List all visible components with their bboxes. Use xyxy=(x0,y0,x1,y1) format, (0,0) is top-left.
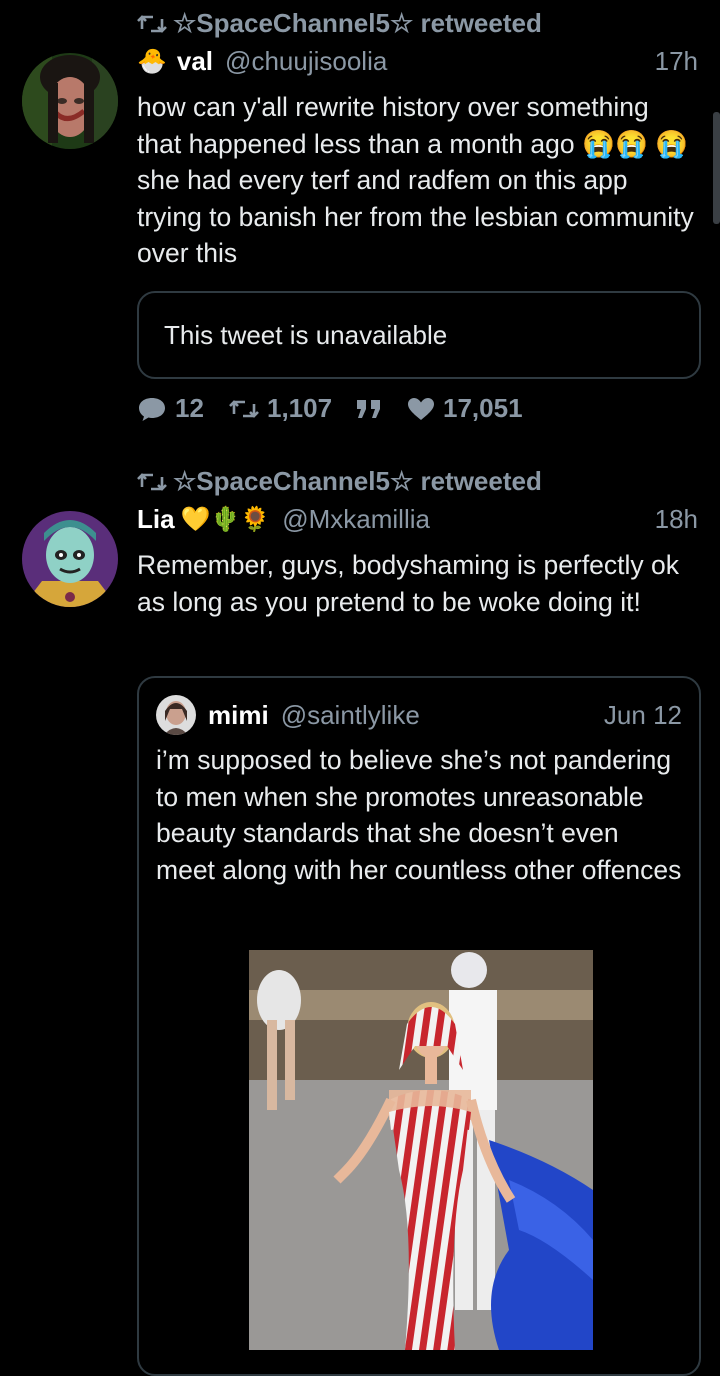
handle[interactable]: @Mxkamillia xyxy=(282,504,430,535)
timestamp[interactable]: 18h xyxy=(655,504,698,535)
retweet-indicator: ☆SpaceChannel5☆ retweeted xyxy=(137,466,542,497)
unavailable-text: This tweet is unavailable xyxy=(164,319,448,350)
heart-icon xyxy=(408,397,434,420)
quoted-avatar[interactable] xyxy=(156,695,196,735)
quoted-tweet-text: i’m supposed to believe she’s not pander… xyxy=(156,745,682,885)
quote-button[interactable] xyxy=(355,398,407,420)
retweet-icon xyxy=(137,14,167,33)
reply-icon xyxy=(139,397,165,421)
tweet-text: Remember, guys, bodyshaming is perfectly… xyxy=(137,550,680,617)
unavailable-tweet-card[interactable]: This tweet is unavailable xyxy=(137,291,701,379)
quoted-handle[interactable]: @saintlylike xyxy=(281,700,420,731)
avatar[interactable] xyxy=(22,511,118,607)
quoted-timestamp[interactable]: Jun 12 xyxy=(604,700,682,731)
display-name[interactable]: Lia xyxy=(137,504,175,535)
quote-icon xyxy=(357,399,380,418)
scrollbar[interactable] xyxy=(713,112,720,224)
retweet-icon xyxy=(229,399,259,418)
retweet-indicator: ☆SpaceChannel5☆ retweeted xyxy=(137,8,542,39)
handle[interactable]: @chuujisoolia xyxy=(225,46,387,77)
quoted-tweet-card[interactable]: mimi @saintlylike Jun 12 i’m supposed to… xyxy=(137,676,701,1376)
reply-count: 12 xyxy=(175,393,204,423)
display-name[interactable]: val xyxy=(177,46,213,77)
retweeted-by-text[interactable]: ☆SpaceChannel5☆ retweeted xyxy=(173,8,542,39)
reply-button[interactable]: 12 xyxy=(137,393,229,424)
retweet-count: 1,107 xyxy=(267,393,333,423)
tweet-actions: 12 1,107 17,051 xyxy=(137,393,523,424)
name-emoji: 💛🌵🌻 xyxy=(180,506,271,533)
quoted-display-name[interactable]: mimi xyxy=(208,700,269,731)
like-button[interactable]: 17,051 xyxy=(407,393,523,424)
name-emoji: 🐣 xyxy=(137,48,167,75)
retweet-icon xyxy=(137,472,167,491)
quoted-media-image[interactable] xyxy=(249,950,593,1350)
avatar[interactable] xyxy=(22,53,118,149)
like-count: 17,051 xyxy=(443,393,523,423)
timestamp[interactable]: 17h xyxy=(655,46,698,77)
tweet-text: how can y'all rewrite history over somet… xyxy=(137,92,694,268)
retweet-button[interactable]: 1,107 xyxy=(229,393,355,424)
retweeted-by-text[interactable]: ☆SpaceChannel5☆ retweeted xyxy=(173,466,542,497)
